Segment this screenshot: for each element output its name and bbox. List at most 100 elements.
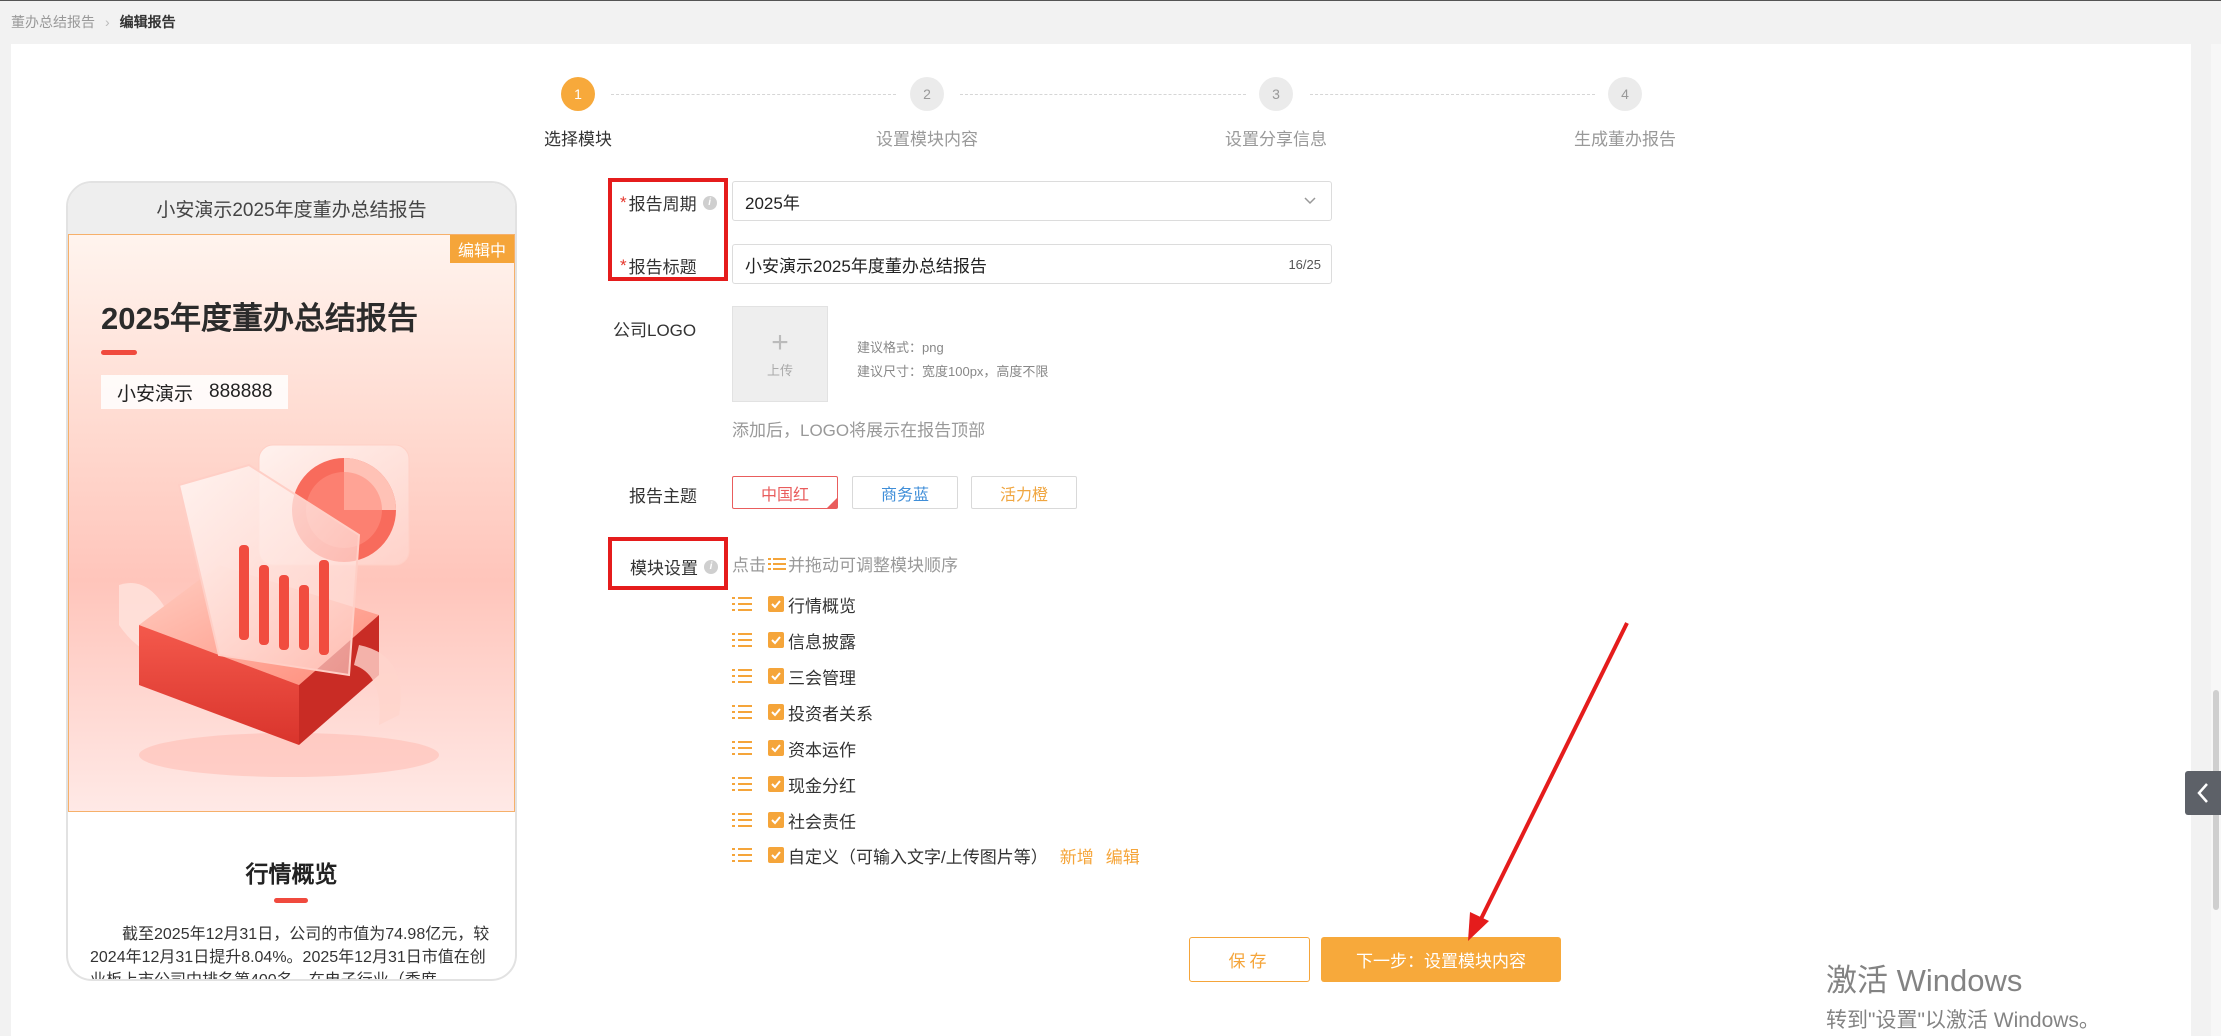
company-code: 888888 (209, 381, 273, 402)
theme-orange-button[interactable]: 活力橙 (971, 476, 1077, 509)
report-cover: 编辑中 2025年度董办总结报告 小安演示 888888 (68, 234, 515, 812)
module-checkbox[interactable] (768, 596, 784, 612)
check-icon (771, 780, 781, 789)
cover-accent-bar (101, 350, 137, 355)
module-item[interactable]: 资本运作 (732, 735, 856, 761)
annotation-box-module-setting (608, 537, 728, 590)
module-item[interactable]: 投资者关系 (732, 699, 873, 725)
module-checkbox[interactable] (768, 776, 784, 792)
custom-edit-link[interactable]: 编辑 (1106, 843, 1140, 868)
step-label: 生成董办报告 (1574, 130, 1676, 149)
report-preview[interactable]: 小安演示2025年度董办总结报告 编辑中 2025年度董办总结报告 小安演示 8… (66, 181, 517, 981)
theme-label: 报告主题 (629, 482, 697, 507)
module-item[interactable]: 自定义（可输入文字/上传图片等） 新增 编辑 (732, 842, 1140, 868)
report-title-value: 小安演示2025年度董办总结报告 (745, 256, 987, 276)
step-number: 3 (1259, 77, 1293, 111)
drag-handle-icon[interactable] (732, 596, 752, 612)
chevron-right-icon: › (105, 14, 110, 30)
collapse-panel-button[interactable] (2185, 771, 2221, 815)
step-label: 选择模块 (544, 130, 612, 149)
drag-handle-icon[interactable] (732, 812, 752, 828)
logo-upload-button[interactable]: + 上传 (732, 306, 828, 402)
module-label: 信息披露 (788, 632, 856, 652)
next-step-button[interactable]: 下一步：设置模块内容 (1321, 937, 1561, 982)
drag-handle-icon[interactable] (732, 740, 752, 756)
module-checkbox[interactable] (768, 632, 784, 648)
check-icon (771, 851, 781, 860)
module-checkbox[interactable] (768, 812, 784, 828)
module-label: 自定义（可输入文字/上传图片等） (788, 847, 1048, 867)
step-2: 2 设置模块内容 (847, 77, 1007, 150)
breadcrumb-parent[interactable]: 董办总结报告 (11, 12, 95, 32)
logo-format-hint: 建议格式：png (857, 340, 944, 355)
step-label: 设置模块内容 (876, 130, 978, 149)
module-item[interactable]: 社会责任 (732, 807, 856, 833)
module-item[interactable]: 行情概览 (732, 591, 856, 617)
module-hint-pre: 点击 (732, 556, 766, 575)
drag-list-icon (768, 557, 786, 570)
module-label: 资本运作 (788, 740, 856, 760)
report-title-input[interactable]: 小安演示2025年度董办总结报告 16/25 (732, 244, 1332, 284)
step-number: 2 (910, 77, 944, 111)
module-checkbox[interactable] (768, 668, 784, 684)
watermark-line2: 转到"设置"以激活 Windows。 (1826, 1009, 2100, 1032)
module-checkbox[interactable] (768, 847, 784, 863)
breadcrumb: 董办总结报告 › 编辑报告 (11, 10, 176, 34)
logo-label: 公司LOGO (613, 316, 696, 341)
check-icon (771, 636, 781, 645)
module-label: 三会管理 (788, 668, 856, 688)
drag-handle-icon[interactable] (732, 847, 752, 863)
logo-size-hint: 建议尺寸：宽度100px，高度不限 (857, 364, 1049, 379)
module-checkbox[interactable] (768, 704, 784, 720)
section-accent-bar (274, 898, 308, 903)
char-count: 16/25 (1288, 256, 1321, 272)
check-icon (771, 744, 781, 753)
period-value: 2025年 (745, 193, 800, 213)
step-number: 1 (561, 77, 595, 111)
plus-icon: + (771, 325, 789, 359)
chevron-left-icon (2197, 783, 2208, 803)
step-3: 3 设置分享信息 (1196, 77, 1356, 150)
theme-red-button[interactable]: 中国红 (732, 476, 838, 509)
step-4: 4 生成董办报告 (1545, 77, 1705, 150)
step-number: 4 (1608, 77, 1642, 111)
company-name: 小安演示 (117, 383, 194, 405)
module-label: 社会责任 (788, 812, 856, 832)
editing-badge: 编辑中 (449, 235, 514, 263)
step-1: 1 选择模块 (498, 77, 658, 150)
upload-label: 上传 (766, 362, 793, 378)
drag-handle-icon[interactable] (732, 704, 752, 720)
module-hint: 点击 并拖动可调整模块顺序 (732, 551, 958, 576)
step-label: 设置分享信息 (1225, 130, 1327, 149)
module-label: 行情概览 (788, 596, 856, 616)
top-border (0, 0, 2221, 1)
check-icon (771, 708, 781, 717)
check-icon (771, 672, 781, 681)
module-item[interactable]: 现金分红 (732, 771, 856, 797)
annotation-box-required-fields (608, 178, 728, 281)
drag-handle-icon[interactable] (732, 632, 752, 648)
cover-chart-illustration (119, 444, 439, 777)
section-text: 截至2025年12月31日，公司的市值为74.98亿元，较2024年12月31日… (90, 926, 490, 981)
theme-label-text: 报告主题 (629, 487, 697, 506)
check-icon (771, 600, 781, 609)
module-hint-post: 并拖动可调整模块顺序 (788, 556, 958, 575)
module-checkbox[interactable] (768, 740, 784, 756)
module-label: 现金分红 (788, 776, 856, 796)
period-select[interactable]: 2025年 (732, 181, 1332, 221)
breadcrumb-current: 编辑报告 (119, 14, 176, 30)
theme-blue-button[interactable]: 商务蓝 (852, 476, 958, 509)
module-item[interactable]: 三会管理 (732, 663, 856, 689)
logo-label-text: 公司LOGO (613, 321, 697, 340)
preview-header-title: 小安演示2025年度董办总结报告 (68, 183, 515, 234)
custom-add-link[interactable]: 新增 (1060, 843, 1094, 868)
drag-handle-icon[interactable] (732, 668, 752, 684)
logo-note: 添加后，LOGO将展示在报告顶部 (732, 421, 986, 440)
drag-handle-icon[interactable] (732, 776, 752, 792)
save-button[interactable]: 保存 (1189, 937, 1310, 982)
module-item[interactable]: 信息披露 (732, 627, 856, 653)
watermark-line1: 激活 Windows (1826, 963, 2023, 998)
module-label: 投资者关系 (788, 704, 873, 724)
check-icon (771, 816, 781, 825)
windows-activation-watermark: 激活 Windows 转到"设置"以激活 Windows。 (1826, 955, 2100, 1034)
